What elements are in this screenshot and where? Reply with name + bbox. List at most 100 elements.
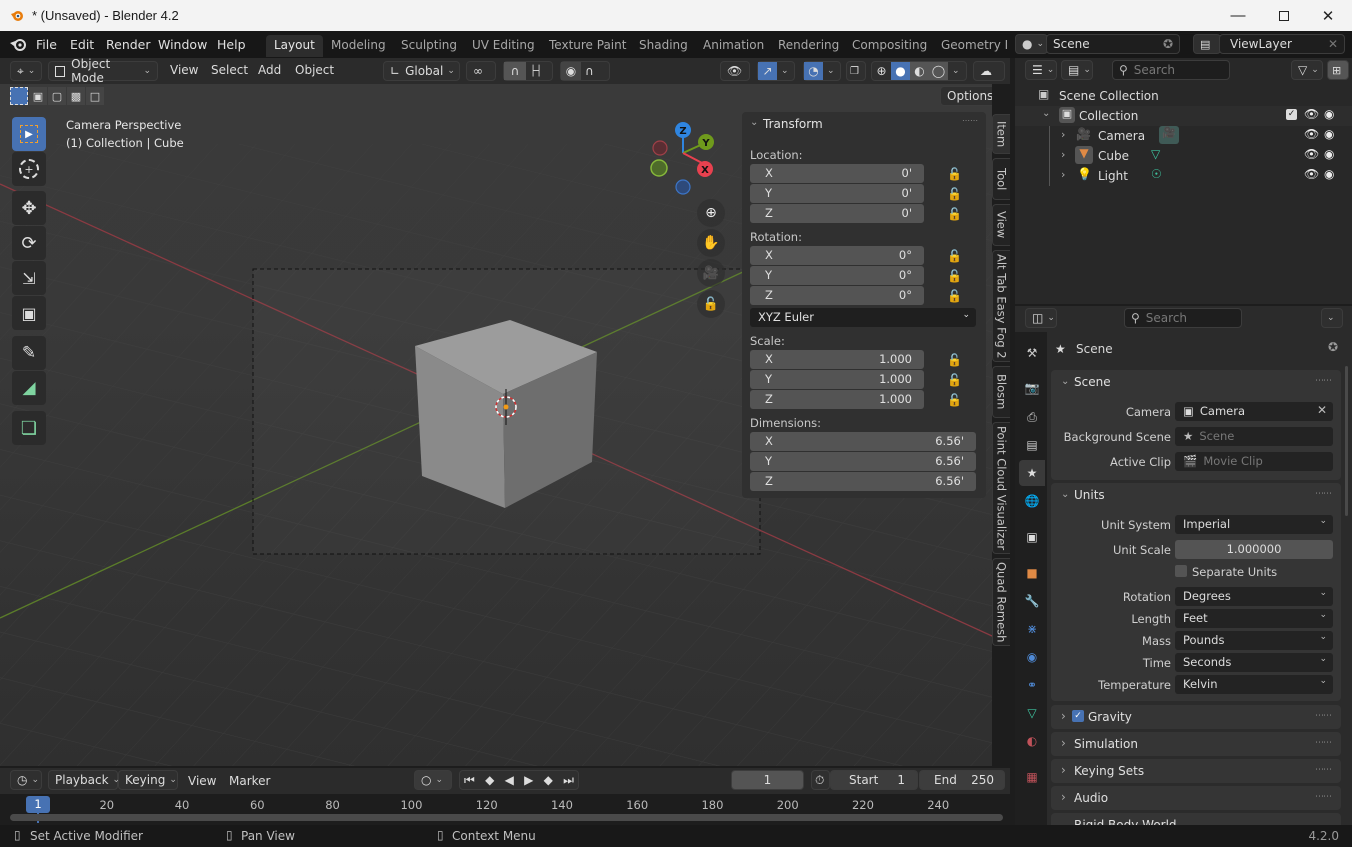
select-extend-icon[interactable]: ▣ (29, 87, 47, 105)
lock-rotation-z-icon[interactable]: 🔓 (947, 289, 962, 303)
playback-menu[interactable]: Playback ⌄ (48, 770, 120, 790)
menu-edit[interactable]: Edit (70, 37, 94, 52)
menu-render[interactable]: Render (106, 37, 151, 52)
expand-chevron-icon[interactable]: › (1061, 709, 1066, 723)
prev-keyframe-icon[interactable]: ◆ (485, 773, 494, 787)
props-tab-world[interactable]: 🌐 (1019, 488, 1045, 514)
timeline-editor-type[interactable]: ◷ ⌄ (10, 770, 42, 790)
lock-scale-z-icon[interactable]: 🔓 (947, 393, 962, 407)
clear-camera-icon[interactable]: ✕ (1317, 403, 1327, 417)
pin-icon[interactable]: ✪ (1163, 37, 1173, 51)
play-reverse-icon[interactable]: ◀ (505, 773, 514, 787)
props-tab-render[interactable]: 📷 (1019, 375, 1045, 401)
maximize-button[interactable] (1261, 0, 1307, 31)
drag-grip-icon[interactable]: ⋯⋯ (962, 116, 978, 125)
viewlayer-name-field[interactable]: ViewLayer ✕ (1219, 34, 1345, 54)
preview-range-toggle[interactable]: ⏱ (811, 770, 830, 790)
rotation-mode-dropdown[interactable]: XYZ Euler ⌄ (750, 308, 976, 327)
render-camera-icon[interactable]: ◉ (1324, 167, 1334, 181)
properties-editor-type[interactable]: ◫ ⌄ (1025, 308, 1057, 328)
temperature-units-dropdown[interactable]: Kelvin ⌄ (1175, 675, 1333, 694)
render-camera-icon[interactable]: ◉ (1324, 107, 1334, 121)
drag-grip-icon[interactable]: ⋯⋯ (1315, 765, 1332, 775)
workspace-tab-geometry-nodes[interactable]: Geometry Nodes (933, 35, 1007, 57)
collapse-chevron-icon[interactable]: ⌄ (750, 117, 758, 128)
rigid-body-world-panel[interactable]: Rigid Body World (1051, 813, 1341, 825)
options-dropdown[interactable]: Options⌄ (940, 86, 992, 106)
scale-y-field[interactable]: Y 1.000 (750, 370, 924, 389)
overlay-toggle[interactable]: ◔ ⌄ (803, 61, 841, 81)
expand-chevron-icon[interactable]: › (1061, 128, 1065, 141)
transform-orientation-dropdown[interactable]: ∟ Global ⌄ (383, 61, 460, 81)
drag-grip-icon[interactable]: ⋯⋯ (1315, 792, 1332, 802)
tool-rotate[interactable]: ⟳ (12, 226, 46, 260)
active-clip-field[interactable]: 🎬 Movie Clip (1175, 452, 1333, 471)
snap-toggle[interactable]: ∩ ├┤ (503, 61, 553, 81)
lock-scale-x-icon[interactable]: 🔓 (947, 353, 962, 367)
outliner-search-input[interactable]: ⚲ Search (1112, 60, 1230, 80)
tool-select-box[interactable]: ▶ (12, 117, 46, 151)
props-tab-tool[interactable]: ⚒ (1019, 340, 1045, 366)
scale-x-field[interactable]: X 1.000 (750, 350, 924, 369)
properties-options-dropdown[interactable]: ⌄ (1321, 308, 1343, 328)
expand-chevron-icon[interactable]: ⌄ (1042, 108, 1050, 119)
viewport-menu-object[interactable]: Object (295, 63, 334, 77)
transform-panel-title[interactable]: Transform (763, 117, 823, 131)
outliner-filter-dropdown[interactable]: ▽ ⌄ (1291, 60, 1323, 80)
solid-shading-icon[interactable]: ● (891, 62, 910, 80)
outliner-row-camera[interactable]: › 🎥 Camera 🎥 👁 ◉ (1015, 126, 1352, 186)
sidebar-tab-quad-remesh[interactable]: Quad Remesh (992, 558, 1010, 646)
properties-search-input[interactable]: ⚲ Search (1124, 308, 1242, 328)
sidebar-tab-tool[interactable]: Tool (992, 158, 1010, 200)
workspace-tab-texture-paint[interactable]: Texture Paint (541, 35, 634, 57)
simulation-panel[interactable]: › Simulation ⋯⋯ (1051, 732, 1341, 756)
auto-keying-toggle[interactable]: ○ ⌄ (414, 770, 452, 790)
proportional-editing-toggle[interactable]: ◉ ∩ (560, 61, 610, 81)
props-tab-particles[interactable]: ⋇ (1019, 616, 1045, 642)
rotation-units-dropdown[interactable]: Degrees ⌄ (1175, 587, 1333, 606)
pin-icon[interactable]: ✪ (1328, 340, 1338, 354)
drag-grip-icon[interactable]: ⋯⋯ (1315, 738, 1332, 748)
props-tab-modifiers[interactable]: 🔧 (1019, 588, 1045, 614)
tool-scale[interactable]: ⇲ (12, 261, 46, 295)
unit-scale-field[interactable]: 1.000000 (1175, 540, 1333, 559)
remove-viewlayer-icon[interactable]: ✕ (1328, 37, 1338, 51)
tool-add-cube[interactable]: ❏ (12, 411, 46, 445)
workspace-tab-modeling[interactable]: Modeling (323, 35, 394, 57)
pan-view-button[interactable]: ✋ (697, 229, 725, 257)
outliner-row-collection[interactable]: ⌄ ▣ Collection ✓ 👁 ◉ (1015, 106, 1352, 126)
mesh-data-icon[interactable]: ▽ (1151, 147, 1160, 161)
outliner-editor-type[interactable]: ☰ ⌄ (1025, 60, 1057, 80)
dimensions-y-field[interactable]: Y 6.56' (750, 452, 976, 471)
workspace-tab-compositing[interactable]: Compositing (844, 35, 935, 57)
visibility-eye-icon[interactable]: 👁 (1304, 147, 1319, 161)
workspace-tab-animation[interactable]: Animation (695, 35, 772, 57)
lock-rotation-x-icon[interactable]: 🔓 (947, 249, 962, 263)
props-tab-data[interactable]: ▽ (1019, 700, 1045, 726)
mode-dropdown[interactable]: Object Mode ⌄ (48, 57, 158, 85)
light-data-icon[interactable]: ☉ (1151, 167, 1162, 181)
xray-toggle[interactable]: ❐ (846, 61, 866, 81)
playhead[interactable]: 1 (26, 796, 50, 813)
outliner-display-mode[interactable]: ▤ ⌄ (1061, 60, 1093, 80)
scene-name-field[interactable]: Scene ✪ (1046, 34, 1180, 54)
zoom-view-button[interactable]: ⊕ (697, 199, 725, 227)
sidebar-tab-item[interactable]: Item (992, 114, 1010, 154)
props-tab-constraints[interactable]: ⚭ (1019, 672, 1045, 698)
blender-menu-icon[interactable] (10, 37, 27, 51)
keying-menu[interactable]: Keying ⌄ (118, 770, 178, 790)
expand-chevron-icon[interactable]: › (1061, 763, 1066, 777)
current-frame-field[interactable]: 1 (731, 770, 804, 790)
location-x-field[interactable]: X 0' (750, 164, 924, 183)
expand-chevron-icon[interactable]: › (1061, 790, 1066, 804)
select-invert-icon[interactable]: ▩ (67, 87, 85, 105)
lock-scale-y-icon[interactable]: 🔓 (947, 373, 962, 387)
sidebar-tab-view[interactable]: View (992, 204, 1010, 246)
jump-start-icon[interactable]: ⏮ (464, 773, 475, 788)
gravity-checkbox[interactable]: ✓ (1072, 710, 1084, 722)
end-frame-field[interactable]: End 250 (919, 770, 1005, 790)
sidebar-tab-blosm[interactable]: Blosm (992, 366, 1010, 418)
units-panel-title[interactable]: Units (1074, 488, 1105, 502)
props-tab-scene[interactable]: ★ (1019, 460, 1045, 486)
length-units-dropdown[interactable]: Feet ⌄ (1175, 609, 1333, 628)
